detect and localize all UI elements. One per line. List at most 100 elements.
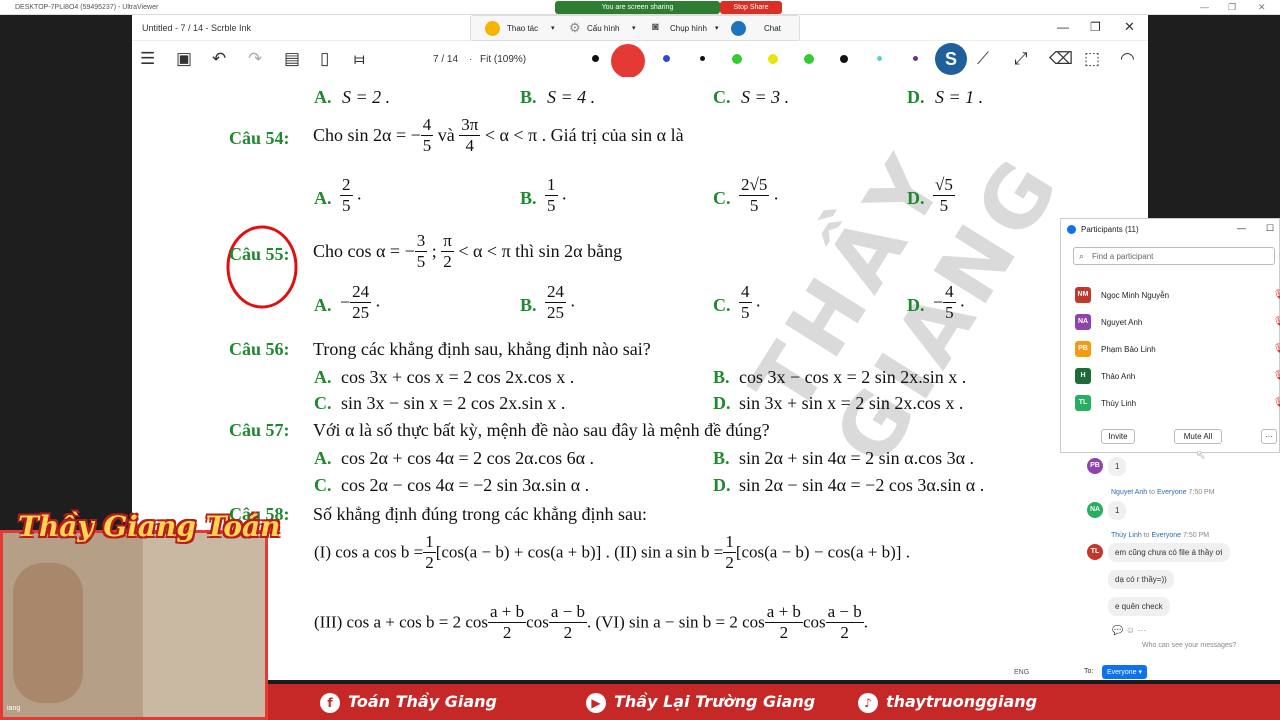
mic-muted-icon[interactable]: 🎙 xyxy=(1273,289,1280,300)
participant-search-input[interactable]: ⌕ Find a participant xyxy=(1073,247,1275,265)
highlighter-selected-icon[interactable] xyxy=(611,44,645,78)
participant-row[interactable]: NM Ngọc Minh Nguyễn 🎙 xyxy=(1075,287,1280,307)
eraser-icon[interactable]: ⌫ xyxy=(1049,49,1073,69)
q55-opt-c-key: C. xyxy=(713,295,731,315)
participant-name: Thùy Linh xyxy=(1101,399,1137,408)
minimize-icon[interactable]: — xyxy=(1200,2,1209,12)
q54-opt-b-key: B. xyxy=(520,188,537,208)
q56-opt-d-key: D. xyxy=(713,393,731,413)
minimize-icon[interactable]: — xyxy=(1057,20,1069,34)
pen-tool-icon[interactable]: S xyxy=(935,43,967,75)
desktop-background-right xyxy=(1148,15,1280,220)
mic-muted-icon[interactable]: 🎙 xyxy=(1273,316,1280,327)
chevron-down-icon[interactable]: ▾ xyxy=(632,24,636,32)
chat-message: e quên check xyxy=(1108,597,1170,616)
pen-color-green-2[interactable] xyxy=(804,54,814,64)
q57-opt-d-key: D. xyxy=(713,475,731,495)
participant-row[interactable]: TL Thùy Linh 🎙 xyxy=(1075,395,1280,415)
scrble-toolbar: ☰ ▣ ↶ ↷ ▤ ▯ ⧦ 7 / 14 · Fit (109%) S ⟋ ⤢ … xyxy=(132,41,1148,78)
q56-opt-d: sin 3x + sin x = 2 sin 2x.cos x . xyxy=(739,393,964,413)
avatar: H xyxy=(1075,368,1091,384)
page-indicator: 7 / 14 xyxy=(433,54,459,65)
recipient-select[interactable]: Everyone ▾ xyxy=(1102,665,1148,679)
participants-title: Participants (11) xyxy=(1081,225,1139,234)
toolbar-chat[interactable]: Chat xyxy=(764,24,781,33)
pen-color-yellow[interactable] xyxy=(768,54,778,64)
close-icon[interactable]: ✕ xyxy=(1258,2,1266,13)
q55-opt-d: −4 5 . xyxy=(933,282,965,322)
pen-color-black-small[interactable] xyxy=(700,56,705,61)
q54-opt-a: 25 . xyxy=(340,175,362,215)
q56-opt-a: cos 3x + cos x = 2 cos 2x.cos x . xyxy=(341,367,575,387)
settings-sliders-icon[interactable]: ⧦ xyxy=(354,49,365,69)
zoom-level[interactable]: Fit (109%) xyxy=(480,54,526,65)
menu-icon[interactable]: ☰ xyxy=(140,49,155,69)
camera-icon: ◙ xyxy=(652,21,659,33)
save-icon[interactable]: ▣ xyxy=(176,49,192,69)
participant-row[interactable]: NA Nguyet Anh 🎙 xyxy=(1075,314,1280,334)
document-canvas[interactable]: THẦY GIANG A. S = 2 . B. S = 4 . C. S = … xyxy=(132,77,1148,680)
stop-share-button[interactable]: Stop Share xyxy=(720,1,782,14)
mic-muted-icon[interactable]: 🎙 xyxy=(1273,397,1280,408)
pen-color-green[interactable] xyxy=(732,54,742,64)
restore-icon[interactable]: ❐ xyxy=(1228,2,1236,13)
youtube-link: ▶ Thầy Lại Trường Giang xyxy=(586,692,815,713)
person-arm xyxy=(13,563,83,703)
restore-icon[interactable]: ❐ xyxy=(1090,20,1101,34)
new-page-icon[interactable]: ▯ xyxy=(320,49,329,69)
toolbar-thao-tac[interactable]: Thao tác xyxy=(507,24,538,33)
camera-name-label: iang xyxy=(7,705,21,712)
chat-icon xyxy=(731,21,746,36)
redo-icon[interactable]: ↷ xyxy=(248,49,262,69)
chevron-down-icon[interactable]: ▾ xyxy=(715,24,719,32)
minimize-icon[interactable]: — xyxy=(1237,223,1246,233)
maximize-icon[interactable]: ☐ xyxy=(1266,223,1274,234)
q57-opt-d: sin 2α − sin 4α = −2 cos 3α.sin α . xyxy=(739,475,985,495)
avatar: NA xyxy=(1075,314,1091,330)
chat-message: 1 xyxy=(1108,457,1127,476)
toolbar-chup-hinh[interactable]: Chụp hình xyxy=(670,24,707,33)
pen-color-black[interactable] xyxy=(592,55,599,62)
window-title: Untitled - 7 / 14 - Scrble Ink xyxy=(142,23,252,33)
undo-icon[interactable]: ↶ xyxy=(212,49,226,69)
remote-toolbar: Thao tác ▾ ⚙ Cấu hình ▾ ◙ Chụp hình ▾ Ch… xyxy=(470,15,800,41)
q55-opt-c: 45 . xyxy=(739,282,761,322)
pen-color-cyan[interactable] xyxy=(877,56,882,61)
prev-opt-b-key: B. xyxy=(520,87,537,107)
prev-opt-d-key: D. xyxy=(907,87,925,107)
who-can-see-link[interactable]: Who can see your messages? xyxy=(1142,642,1236,649)
chat-message-meta: Nguyet Anh to Everyone 7:50 PM xyxy=(1111,489,1215,496)
q57-opt-a: cos 2α + cos 4α = 2 cos 2α.cos 6α . xyxy=(341,448,595,468)
line-tool-icon[interactable]: ⤢ xyxy=(1014,49,1028,69)
select-tool-icon[interactable]: ⬚ xyxy=(1084,49,1100,69)
clipboard-icon[interactable]: ▤ xyxy=(284,49,300,69)
chevron-down-icon[interactable]: ▾ xyxy=(551,24,555,32)
gear-icon: ⚙ xyxy=(569,20,581,35)
pen-color-black-2[interactable] xyxy=(840,55,848,63)
q56-opt-b: cos 3x − cos x = 2 sin 2x.sin x . xyxy=(739,367,967,387)
mic-muted-icon[interactable]: 🎙 xyxy=(1273,343,1280,354)
screen-sharing-indicator: You are screen sharing xyxy=(555,1,720,14)
page-separator: · xyxy=(469,54,473,65)
question-55-label: Câu 55: xyxy=(229,244,290,264)
pen-color-blue[interactable] xyxy=(663,55,670,62)
view-icon[interactable]: ◠ xyxy=(1120,49,1135,69)
close-icon[interactable]: ✕ xyxy=(1124,19,1135,35)
reaction-icons[interactable]: 💬 ☺ ··· xyxy=(1112,625,1146,636)
pen-color-purple[interactable] xyxy=(913,56,918,61)
q57-opt-c-key: C. xyxy=(314,475,332,495)
mic-muted-icon[interactable]: 🎙 xyxy=(1273,370,1280,381)
tiktok-icon: ♪ xyxy=(858,692,878,713)
prev-opt-d: S = 1 . xyxy=(935,87,984,107)
invite-button[interactable]: Invite xyxy=(1101,429,1135,444)
participant-row[interactable]: H Thảo Anh 🎙 xyxy=(1075,368,1280,388)
facebook-icon: f xyxy=(320,692,340,713)
mute-all-button[interactable]: Mute All xyxy=(1174,429,1222,444)
participant-row[interactable]: PB Phạm Bảo Linh 🎙 xyxy=(1075,341,1280,361)
participants-panel: Participants (11) — ☐ ⌕ Find a participa… xyxy=(1060,218,1280,453)
toolbar-cau-hinh[interactable]: Cấu hình xyxy=(587,24,619,33)
more-options-button[interactable]: ··· xyxy=(1261,429,1277,444)
q54-opt-d: √5 5 xyxy=(933,175,955,215)
prev-opt-c-key: C. xyxy=(713,87,731,107)
ruler-icon[interactable]: ⟋ xyxy=(977,49,989,69)
